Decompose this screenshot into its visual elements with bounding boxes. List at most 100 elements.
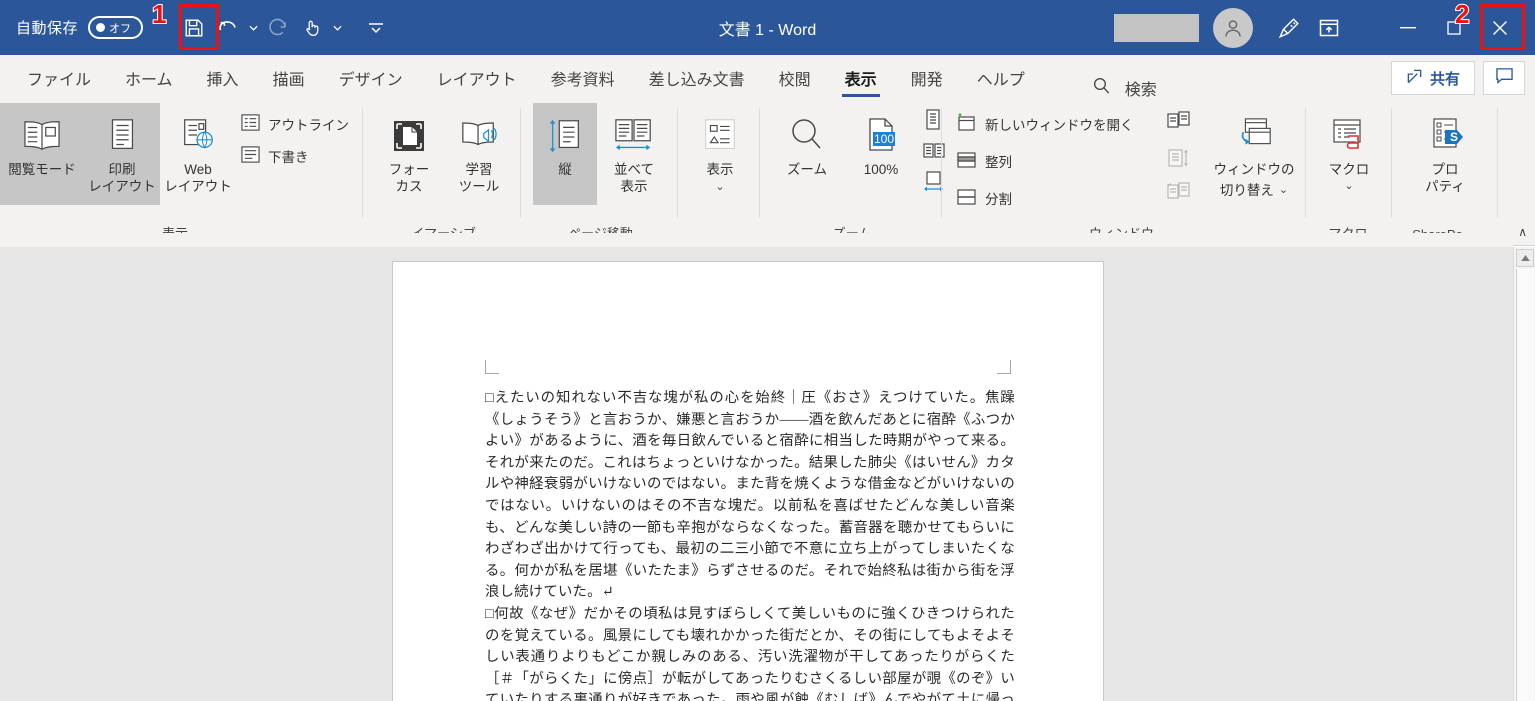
undo-button[interactable] <box>211 11 245 45</box>
split-icon <box>956 187 978 210</box>
margin-marker-top-left <box>485 360 499 374</box>
ribbon-button-label: 閲覧モード <box>8 162 76 177</box>
ribbon-group-zoom: ズーム 100 100% <box>762 100 945 246</box>
ribbon-button-label: フォー <box>388 162 430 177</box>
comments-button[interactable] <box>1483 61 1525 95</box>
chevron-down-icon[interactable]: ⌄ <box>1344 181 1353 192</box>
ribbon-group-page-movement: 縦 並べて 表示 ページ移動 <box>523 100 678 246</box>
ribbon-button-split[interactable]: 分割 <box>956 184 1012 212</box>
chevron-down-icon[interactable]: ⌄ <box>1279 185 1288 196</box>
ribbon-button-page-width[interactable] <box>922 170 946 194</box>
ribbon-button-label: 学習 <box>465 162 493 177</box>
ribbon-button-show[interactable]: 表示 ⌄ <box>684 103 756 213</box>
ribbon-button-web-layout[interactable]: Web レイアウト <box>160 103 236 205</box>
account-name-placeholder <box>1114 13 1199 42</box>
undo-dropdown-caret[interactable] <box>245 11 261 45</box>
tab-references[interactable]: 参考資料 <box>534 55 632 100</box>
pen-icon[interactable] <box>1269 8 1309 48</box>
ribbon-button-new-window[interactable]: 新しいウィンドウを開く <box>956 110 1134 138</box>
autosave-toggle-knob <box>96 23 106 32</box>
margin-marker-top-right <box>997 360 1011 374</box>
tab-design[interactable]: デザイン <box>322 55 420 100</box>
ribbon-button-label: 整列 <box>985 155 1012 170</box>
comment-icon <box>1495 67 1514 89</box>
ribbon-button-label: 表示 <box>706 162 734 177</box>
ribbon-button-label: アウトライン <box>268 118 349 133</box>
zoom-icon <box>785 111 829 161</box>
autosave-control[interactable]: 自動保存 オフ <box>16 16 144 39</box>
ribbon-button-focus[interactable]: フォー カス <box>374 103 444 205</box>
document-paragraph: □えたいの知れない不吉な塊が私の心を始終｜圧《おさ》えつけていた。焦躁《しょうそ… <box>485 390 1015 601</box>
minimize-button[interactable] <box>1385 0 1431 55</box>
outline-icon <box>240 113 261 135</box>
more-commands-icon[interactable] <box>359 11 393 45</box>
touch-mode-dropdown-caret[interactable] <box>329 11 345 45</box>
ribbon-button-label2: カス <box>395 179 423 195</box>
ribbon-button-label: 新しいウィンドウを開く <box>985 118 1134 133</box>
ribbon-button-zoom-100[interactable]: 100 100% <box>844 103 918 205</box>
ribbon-button-draft[interactable]: 下書き <box>240 142 309 170</box>
share-icon <box>1406 68 1423 89</box>
group-separator <box>362 108 363 218</box>
scrollbar-track[interactable] <box>1516 269 1534 701</box>
ribbon-button-properties[interactable]: S プロ パティ <box>1400 103 1490 205</box>
collapse-ribbon-button[interactable]: ∧ <box>1518 225 1527 239</box>
tab-label: 挿入 <box>206 71 239 89</box>
switch-windows-icon <box>1231 111 1277 161</box>
show-panel-icon <box>698 111 742 161</box>
maximize-button[interactable] <box>1431 0 1477 55</box>
tab-label: 描画 <box>272 71 305 89</box>
tab-layout[interactable]: レイアウト <box>420 55 534 100</box>
ribbon-button-vertical[interactable]: 縦 <box>533 103 597 205</box>
ribbon-button-macros[interactable]: マクロ ⌄ <box>1312 103 1386 213</box>
ribbon-button-zoom[interactable]: ズーム <box>770 103 844 205</box>
tab-mailings[interactable]: 差し込み文書 <box>632 55 762 100</box>
svg-text:S: S <box>1450 130 1458 144</box>
document-canvas[interactable]: □えたいの知れない不吉な塊が私の心を始終｜圧《おさ》えつけていた。焦躁《しょうそ… <box>0 247 1513 701</box>
tab-developer[interactable]: 開発 <box>894 55 960 100</box>
tab-file[interactable]: ファイル <box>10 55 108 100</box>
ribbon-group-macros: マクロ ⌄ マクロ <box>1308 100 1392 246</box>
tab-draw[interactable]: 描画 <box>256 55 322 100</box>
ribbon-button-multiple-pages[interactable] <box>922 141 946 161</box>
ribbon-button-read-mode[interactable]: 閲覧モード <box>0 103 84 205</box>
ribbon-group-views: 閲覧モード 印刷 レイアウト Web レイアウト アウトライン 下書き <box>0 100 363 246</box>
autosave-toggle[interactable]: オフ <box>88 16 144 39</box>
search-box[interactable]: 検索 <box>1092 76 1157 100</box>
ribbon-button-side-to-side[interactable]: 並べて 表示 <box>597 103 671 205</box>
ribbon-group-show: 表示 ⌄ <box>681 100 760 246</box>
vertical-scrollbar[interactable] <box>1513 247 1535 701</box>
share-label: 共有 <box>1429 70 1460 88</box>
save-button[interactable] <box>177 11 211 45</box>
ribbon-button-synchronous-scrolling <box>1166 147 1192 169</box>
web-layout-icon <box>178 111 218 161</box>
ribbon-button-view-side-by-side[interactable] <box>1166 110 1192 132</box>
ribbon-button-print-layout[interactable]: 印刷 レイアウト <box>84 103 160 205</box>
chevron-down-icon[interactable]: ⌄ <box>715 182 724 193</box>
tab-review[interactable]: 校閲 <box>762 55 828 100</box>
word-window: 自動保存 オフ 文書 1 - Word 1 2 ファイル ホーム 挿入 描画 デ… <box>0 0 1535 701</box>
ribbon-group-sharepoint: S プロ パティ SharePo… <box>1394 100 1498 246</box>
learning-tools-icon <box>458 111 500 161</box>
ribbon-button-learning-tools[interactable]: 学習 ツール <box>444 103 514 205</box>
tab-label: レイアウト <box>436 71 517 89</box>
scroll-up-button[interactable] <box>1516 249 1534 267</box>
ribbon-button-outline[interactable]: アウトライン <box>240 110 349 138</box>
tab-view[interactable]: 表示 <box>828 55 894 100</box>
group-separator <box>941 108 942 218</box>
svg-text:100: 100 <box>874 132 894 146</box>
avatar[interactable] <box>1213 7 1253 48</box>
group-separator <box>1497 108 1498 218</box>
share-button[interactable]: 共有 <box>1390 61 1475 95</box>
tab-insert[interactable]: 挿入 <box>190 55 256 100</box>
close-button[interactable] <box>1477 0 1523 55</box>
ribbon-button-arrange-all[interactable]: 整列 <box>956 147 1012 175</box>
present-icon[interactable] <box>1309 8 1349 48</box>
ribbon-button-switch-windows[interactable]: ウィンドウの 切り替え ⌄ <box>1206 103 1302 213</box>
document-text[interactable]: □えたいの知れない不吉な塊が私の心を始終｜圧《おさ》えつけていた。焦躁《しょうそ… <box>485 388 1015 701</box>
document-page[interactable]: □えたいの知れない不吉な塊が私の心を始終｜圧《おさ》えつけていた。焦躁《しょうそ… <box>393 262 1103 701</box>
tab-help[interactable]: ヘルプ <box>960 55 1042 100</box>
touch-mode-button[interactable] <box>295 11 329 45</box>
tab-label: 参考資料 <box>550 71 615 89</box>
tab-home[interactable]: ホーム <box>108 55 190 100</box>
